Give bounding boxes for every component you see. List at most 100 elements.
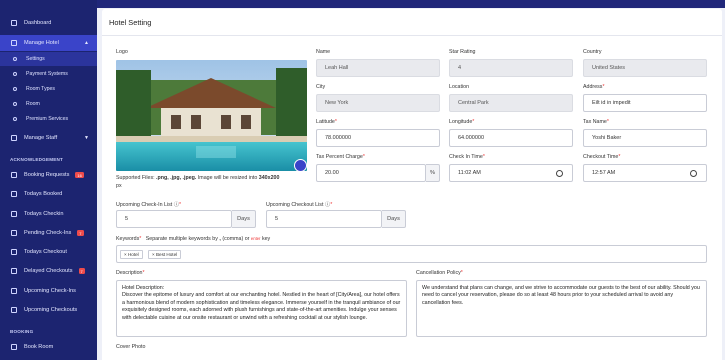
tax-percent-label: Tax Percent Charge* [316, 154, 365, 160]
upcoming-icon [11, 307, 17, 313]
percent-suffix: % [426, 164, 440, 182]
keyword-chip[interactable]: × Best Hotel [148, 250, 182, 259]
logo-label: Logo [116, 49, 128, 55]
bed-icon [11, 344, 17, 350]
checkout-icon [11, 249, 17, 255]
sidebar-section-acknowledgement: ACKNOWLEDGEMENT [10, 157, 64, 162]
days-suffix: Days [382, 210, 406, 228]
tax-name-field[interactable]: Yoshi Baker [583, 129, 707, 147]
sidebar: Dashboard Manage Hotel ▲ Settings Paymen… [0, 0, 97, 360]
hotel-icon [11, 40, 17, 46]
city-field[interactable]: New York [316, 94, 440, 112]
country-field[interactable]: United States [583, 59, 707, 77]
checkout-time-label: Checkout Time* [583, 154, 621, 160]
location-label: Location [449, 84, 470, 90]
sidebar-item-label: Manage Staff [24, 135, 58, 141]
supported-files-note: Supported Files: .png, .jpg, .jpeg. Imag… [116, 175, 280, 189]
checkin-time-field[interactable]: 11:02 AM [449, 164, 573, 182]
circle-icon [13, 57, 17, 61]
sidebar-item-todays-checkout[interactable]: Todays Checkout [0, 244, 97, 260]
upcoming-checkin-field[interactable]: 5 [116, 210, 232, 228]
upcoming-icon [11, 288, 17, 294]
sidebar-subitem-settings[interactable]: Settings [0, 52, 97, 66]
top-bar [97, 0, 725, 8]
dashboard-icon [11, 20, 17, 26]
count-badge: 7 [78, 268, 85, 274]
sidebar-item-manage-staff[interactable]: Manage Staff ▼ [0, 130, 97, 146]
sidebar-subitem-label: Settings [26, 56, 45, 62]
sidebar-item-label: Upcoming Check-Ins [24, 288, 76, 294]
sidebar-item-todays-checkin[interactable]: Todays Checkin [0, 206, 97, 222]
country-label: Country [583, 49, 602, 55]
sidebar-subitem-label: Room [26, 101, 40, 107]
name-label: Name [316, 49, 331, 55]
sidebar-item-booking-requests[interactable]: Booking Requests 16 [0, 167, 97, 183]
longitude-label: Longitude* [449, 119, 475, 125]
sidebar-item-upcoming-checkins[interactable]: Upcoming Check-Ins [0, 283, 97, 299]
sidebar-item-dashboard[interactable]: Dashboard [0, 15, 97, 31]
sidebar-subitem-label: Room Types [26, 86, 56, 92]
circle-icon [13, 72, 17, 76]
clock-icon[interactable] [556, 170, 563, 177]
address-field[interactable]: Eilt id in impedit [583, 94, 707, 112]
tax-name-label: Tax Name* [583, 119, 609, 125]
clock-icon[interactable] [690, 170, 697, 177]
sidebar-item-label: Upcoming Checkouts [24, 307, 78, 313]
sidebar-subitem-room[interactable]: Room [0, 97, 97, 111]
sidebar-section-booking: BOOKING [10, 329, 34, 334]
sidebar-item-label: Booking Requests [24, 172, 70, 178]
sidebar-subitem-label: Payment Systems [26, 71, 68, 77]
keywords-input[interactable]: × Hotel × Best Hotel [116, 245, 707, 263]
star-rating-label: Star Rating [449, 49, 476, 55]
days-suffix: Days [232, 210, 256, 228]
sidebar-item-delayed-checkouts[interactable]: Delayed Checkouts 7 [0, 263, 97, 279]
circle-icon [13, 87, 17, 91]
chevron-up-icon: ▲ [84, 40, 89, 46]
cover-photo-label: Cover Photo [116, 344, 146, 350]
tax-percent-field[interactable]: 20.00 [316, 164, 426, 182]
name-field[interactable]: Leah Hall [316, 59, 440, 77]
inbox-icon [11, 172, 17, 178]
star-rating-field[interactable]: 4 [449, 59, 573, 77]
page-title: Hotel Setting [109, 18, 152, 27]
chevron-down-icon: ▼ [84, 135, 89, 141]
sidebar-item-label: Pending Check-Ins [24, 230, 72, 236]
keywords-label: Keywords* Separate multiple keywords by … [116, 236, 271, 242]
cancellation-policy-label: Cancellation Policy* [416, 270, 463, 276]
description-textarea[interactable]: Hotel Description: Discover the epitome … [116, 280, 407, 337]
sidebar-item-book-room[interactable]: Book Room [0, 339, 97, 355]
alert-icon [11, 268, 17, 274]
upcoming-checkin-label: Upcoming Check-In List ⓘ* [116, 202, 182, 208]
location-field[interactable]: Central Park [449, 94, 573, 112]
latitude-field[interactable]: 78.000000 [316, 129, 440, 147]
longitude-field[interactable]: 64.000000 [449, 129, 573, 147]
sidebar-item-label: Manage Hotel [24, 40, 59, 46]
address-label: Address* [583, 84, 605, 90]
users-icon [11, 135, 17, 141]
divider [102, 35, 722, 36]
sidebar-subitem-room-types[interactable]: Room Types [0, 82, 97, 96]
sidebar-item-label: Book Room [24, 344, 54, 350]
upcoming-checkout-field[interactable]: 5 [266, 210, 382, 228]
sidebar-item-todays-booked[interactable]: Todays Booked [0, 186, 97, 202]
logo-image [116, 60, 307, 171]
description-label: Description* [116, 270, 145, 276]
upcoming-checkout-label: Upcoming Checkout List ⓘ* [266, 202, 333, 208]
checkout-time-field[interactable]: 12:57 AM [583, 164, 707, 182]
clock-icon [11, 230, 17, 236]
calendar-icon [11, 191, 17, 197]
sidebar-subitem-premium-services[interactable]: Premium Services [0, 112, 97, 126]
checkin-time-label: Check In Time* [449, 154, 485, 160]
checkin-icon [11, 211, 17, 217]
sidebar-item-manage-hotel[interactable]: Manage Hotel ▲ [0, 35, 97, 51]
circle-icon [13, 117, 17, 121]
sidebar-item-pending-checkins[interactable]: Pending Check-Ins 7 [0, 225, 97, 241]
cancellation-policy-textarea[interactable]: We understand that plans can change, and… [416, 280, 707, 337]
sidebar-item-upcoming-checkouts[interactable]: Upcoming Checkouts [0, 302, 97, 318]
sidebar-subitem-payment-systems[interactable]: Payment Systems [0, 67, 97, 81]
sidebar-item-label: Todays Checkin [24, 211, 64, 217]
count-badge: 16 [75, 172, 84, 178]
camera-upload-button[interactable] [294, 159, 307, 172]
keyword-chip[interactable]: × Hotel [120, 250, 143, 259]
count-badge: 7 [77, 230, 84, 236]
